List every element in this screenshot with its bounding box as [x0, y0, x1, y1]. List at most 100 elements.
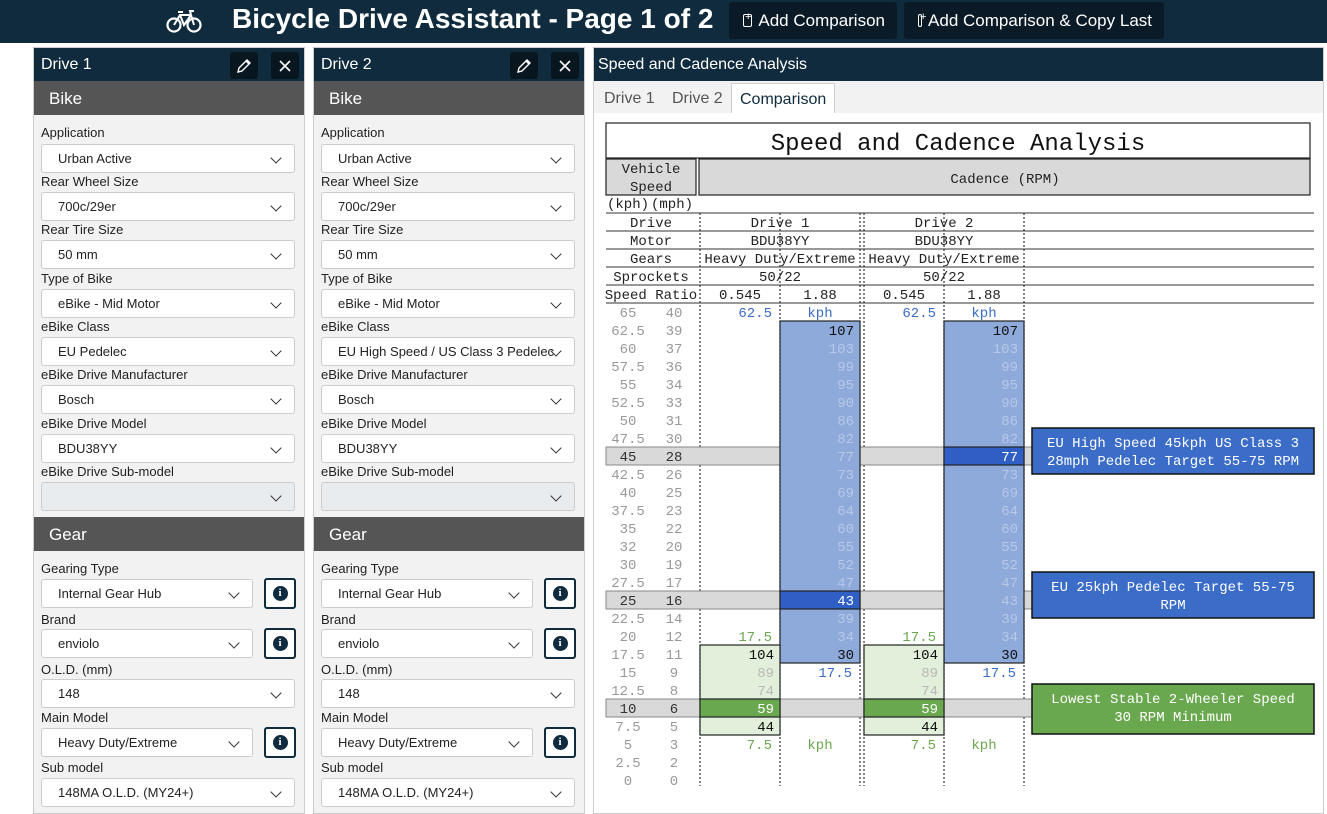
old-select[interactable]: 148 [321, 679, 575, 708]
annotation-line-2: 30 RPM Minimum [1114, 710, 1232, 726]
application-select[interactable]: Urban Active [41, 144, 295, 173]
high-cadence-value: 73 [1001, 468, 1018, 484]
main-select[interactable]: Heavy Duty/Extreme [41, 728, 253, 757]
analysis-tabs: Drive 1 Drive 2 Comparison [594, 83, 1323, 113]
type-select[interactable]: eBike - Mid Motor [321, 289, 575, 318]
chevron-down-icon [550, 248, 562, 260]
speed-mph: 2 [670, 756, 678, 772]
high-cadence-value: 107 [829, 324, 854, 340]
model-select[interactable]: BDU38YY [41, 434, 295, 463]
brand-value: enviolo [338, 636, 380, 651]
application-select[interactable]: Urban Active [321, 144, 575, 173]
speed-kph: 12.5 [611, 684, 645, 700]
drive-ratio-low: 0.545 [719, 288, 761, 304]
type-select[interactable]: eBike - Mid Motor [41, 289, 295, 318]
manu-select[interactable]: Bosch [321, 385, 575, 414]
submodel-select[interactable] [321, 482, 575, 511]
high-cadence-value: 43 [1001, 594, 1018, 610]
brand-info-button[interactable]: i [264, 628, 296, 659]
add-comparison-button[interactable]: Add Comparison [729, 2, 897, 39]
analysis-header: Speed and Cadence Analysis [594, 48, 1323, 81]
tab-drive-2[interactable]: Drive 2 [664, 83, 731, 113]
high-cadence-value: 64 [837, 504, 854, 520]
main-label: Main Model [321, 710, 389, 725]
manu-select[interactable]: Bosch [41, 385, 295, 414]
speed-kph: 47.5 [611, 432, 645, 448]
gearing-label: Gearing Type [41, 561, 119, 576]
sub-label: Sub model [321, 760, 384, 775]
high-cadence-value: 95 [1001, 378, 1018, 394]
close-icon [279, 59, 291, 72]
gearing-select[interactable]: Internal Gear Hub [41, 579, 253, 608]
high-cadence-value: 103 [993, 342, 1018, 358]
low-range-bottom-value: 7.5 [911, 738, 936, 754]
speed-kph: 15 [620, 666, 637, 682]
drive-title: Drive 2 [321, 56, 372, 73]
tab-drive-1[interactable]: Drive 1 [596, 83, 663, 113]
speed-mph: 11 [666, 648, 683, 664]
speed-kph: 62.5 [611, 324, 645, 340]
gearing-select[interactable]: Internal Gear Hub [321, 579, 533, 608]
chart-area: Speed and Cadence Analysis Vehicle Speed Ca… [594, 113, 1323, 813]
info-icon: i [552, 636, 568, 651]
edit-button[interactable] [230, 52, 258, 79]
brand-select[interactable]: enviolo [321, 629, 533, 658]
old-value: 148 [338, 686, 360, 701]
gearing-info-button[interactable]: i [544, 578, 576, 609]
close-button[interactable] [271, 52, 299, 79]
unit-mph: (mph) [651, 197, 693, 213]
gearing-label: Gearing Type [321, 561, 399, 576]
gearing-value: Internal Gear Hub [338, 586, 442, 601]
row-label: Sprockets [613, 270, 689, 286]
speed-mph: 14 [666, 612, 683, 628]
chevron-down-icon [270, 393, 282, 405]
drive-motor: BDU38YY [751, 234, 810, 250]
info-icon: i [272, 586, 288, 601]
wheel-select[interactable]: 700c/29er [41, 192, 295, 221]
chevron-down-icon [270, 248, 282, 260]
high-cadence-value: 47 [1001, 576, 1018, 592]
main-info-button[interactable]: i [264, 727, 296, 758]
sub-select[interactable]: 148MA O.L.D. (MY24+) [41, 778, 295, 807]
drive-name: Drive 1 [751, 216, 810, 232]
main-select[interactable]: Heavy Duty/Extreme [321, 728, 533, 757]
speed-mph: 31 [666, 414, 683, 430]
edit-button[interactable] [510, 52, 538, 79]
wheel-select[interactable]: 700c/29er [321, 192, 575, 221]
app-title: Bicycle Drive Assistant - Page 1 of 2 [232, 3, 714, 34]
class-value: EU Pedelec [58, 344, 127, 359]
sub-value: 148MA O.L.D. (MY24+) [58, 785, 194, 800]
sub-select[interactable]: 148MA O.L.D. (MY24+) [321, 778, 575, 807]
drive-ratio-high: 1.88 [967, 288, 1001, 304]
main-info-button[interactable]: i [544, 727, 576, 758]
range-top-unit: kph [807, 306, 832, 322]
drive-2-panel: Drive 2 Bike Gear Application Urban Active Re… [313, 47, 585, 814]
wheel-label: Rear Wheel Size [41, 174, 139, 189]
row-label: Motor [630, 234, 672, 250]
old-select[interactable]: 148 [41, 679, 295, 708]
gearing-info-button[interactable]: i [264, 578, 296, 609]
drive-sprockets: 50/22 [759, 270, 801, 286]
class-select[interactable]: EU Pedelec [41, 337, 295, 366]
tire-select[interactable]: 50 mm [321, 240, 575, 269]
high-cadence-value: 82 [1001, 432, 1018, 448]
submodel-select[interactable] [41, 482, 295, 511]
tire-value: 50 mm [338, 247, 378, 262]
tire-select[interactable]: 50 mm [41, 240, 295, 269]
range-top-unit: kph [971, 306, 996, 322]
brand-select[interactable]: enviolo [41, 629, 253, 658]
old-value: 148 [58, 686, 80, 701]
high-cadence-value: 39 [1001, 612, 1018, 628]
brand-info-button[interactable]: i [544, 628, 576, 659]
class-select[interactable]: EU High Speed / US Class 3 Pedelec [321, 337, 575, 366]
old-label: O.L.D. (mm) [41, 662, 113, 677]
type-label: Type of Bike [321, 271, 393, 286]
speed-mph: 28 [666, 450, 683, 466]
add-comparison-copy-button[interactable]: Add Comparison & Copy Last [904, 2, 1164, 39]
model-select[interactable]: BDU38YY [321, 434, 575, 463]
tab-comparison[interactable]: Comparison [731, 83, 836, 113]
chevron-down-icon [228, 736, 240, 748]
close-button[interactable] [551, 52, 579, 79]
high-cadence-value: 30 [1001, 648, 1018, 664]
drive-gears: Heavy Duty/Extreme [704, 252, 855, 268]
